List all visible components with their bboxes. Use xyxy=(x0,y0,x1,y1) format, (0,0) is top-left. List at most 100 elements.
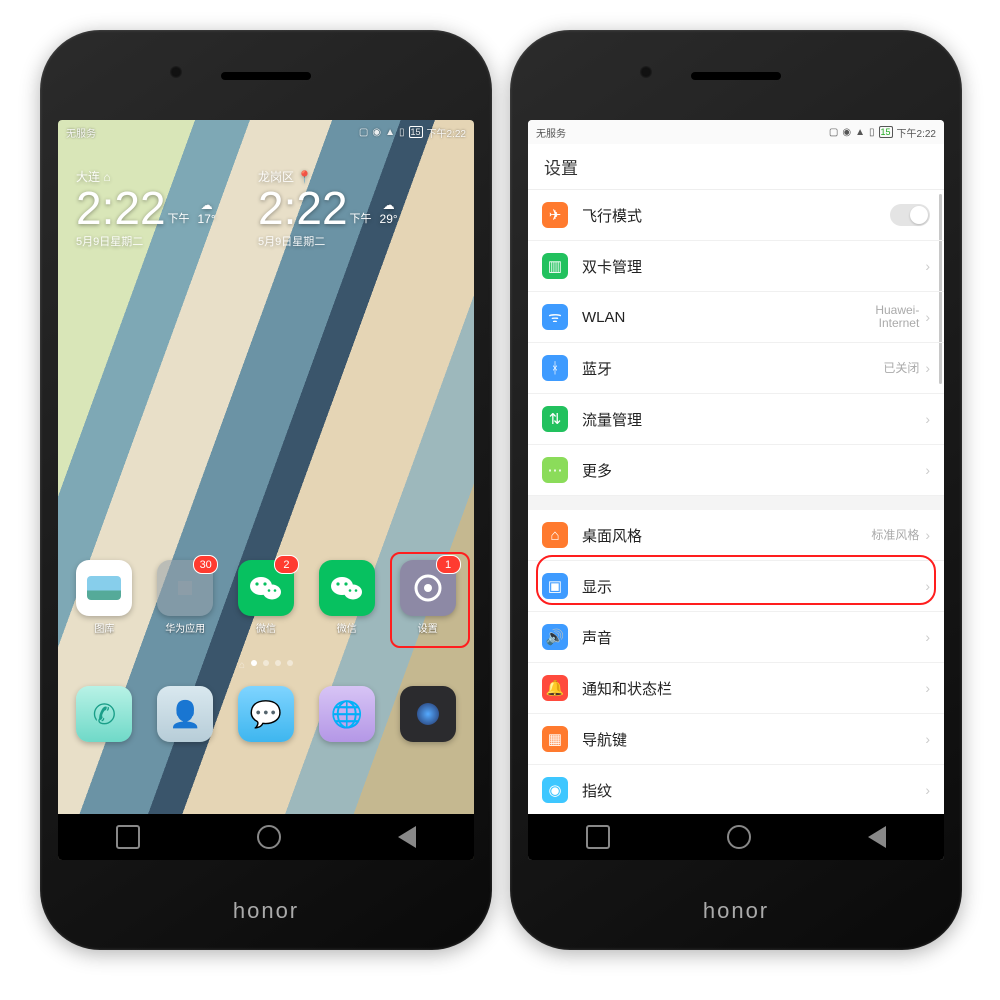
chevron-right-icon: › xyxy=(925,411,930,427)
settings-row-sim[interactable]: ▥ 双卡管理› xyxy=(528,241,944,292)
settings-row-bt[interactable]: ᚼ蓝牙已关闭› xyxy=(528,343,944,394)
weather-2: ☁29° xyxy=(380,199,398,225)
nav-back-icon[interactable] xyxy=(398,826,416,848)
page-dot[interactable] xyxy=(251,660,257,666)
display-icon: ▣ xyxy=(542,573,568,599)
app-gallery[interactable]: 图库 xyxy=(69,560,139,635)
settings-row-more[interactable]: ⋯ 更多› xyxy=(528,445,944,496)
badge: 2 xyxy=(274,555,299,574)
status-time: 下午2:22 xyxy=(427,125,466,140)
status-bar: 无服务 ▢ ◉ ▲ ▯ 15 下午2:22 xyxy=(58,120,474,144)
chevron-right-icon: › xyxy=(925,731,930,747)
settings-app: 无服务 ▢ ◉ ▲ ▯ 15 下午2:22 设置 ✈飞行模式▥双卡管理›ᯤWLA… xyxy=(528,120,944,860)
page-dot[interactable] xyxy=(263,660,269,666)
more-icon: ⋯ xyxy=(542,457,568,483)
settings-row-data[interactable]: ⇅流量管理› xyxy=(528,394,944,445)
status-bar: 无服务 ▢ ◉ ▲ ▯ 15 下午2:22 xyxy=(528,120,944,144)
settings-list[interactable]: ✈飞行模式▥双卡管理›ᯤWLANHuawei-Internet›ᚼ蓝牙已关闭›⇅… xyxy=(528,190,944,860)
nav-recent-icon[interactable] xyxy=(116,825,140,849)
screen-home: 无服务 ▢ ◉ ▲ ▯ 15 下午2:22 大连 ⌂ 2:22下午☁17° 5月… xyxy=(58,120,474,860)
home-icon: ⌂ xyxy=(542,522,568,548)
navkey-icon: ▦ xyxy=(542,726,568,752)
eye-icon: ◉ xyxy=(372,127,381,138)
row-label: 双卡管理 xyxy=(582,256,925,277)
app-label: 微信 xyxy=(256,620,276,635)
settings-row-sound[interactable]: 🔊声音› xyxy=(528,612,944,663)
app-wechat[interactable]: 2微信 xyxy=(231,560,301,635)
chevron-right-icon: › xyxy=(925,578,930,594)
row-label: 通知和状态栏 xyxy=(582,678,925,699)
settings-row-notif[interactable]: 🔔 通知和状态栏› xyxy=(528,663,944,714)
app-folder[interactable]: 30华为应用 xyxy=(150,560,220,635)
app-settings[interactable]: 1设置 xyxy=(393,560,463,635)
toggle[interactable] xyxy=(890,204,930,226)
app-contacts[interactable]: 👤 xyxy=(150,686,220,742)
status-icons: ▢ ◉ ▲ ▯ 15 下午2:22 xyxy=(359,125,466,140)
clock-widget-1[interactable]: 大连 ⌂ 2:22下午☁17° 5月9日星期二 xyxy=(76,168,216,249)
wifi-icon: ᯤ xyxy=(542,304,568,330)
row-label: 显示 xyxy=(582,576,925,597)
nav-bar xyxy=(528,814,944,860)
nav-home-icon[interactable] xyxy=(727,825,751,849)
settings-row-home[interactable]: ⌂桌面风格标准风格› xyxy=(528,510,944,561)
settings-row-display[interactable]: ▣ 显示› xyxy=(528,561,944,612)
status-icons: ▢ ◉ ▲ ▯ 15 下午2:22 xyxy=(829,125,936,140)
dock-row: ✆👤💬🌐 xyxy=(58,686,474,742)
vibrate-icon: ▢ xyxy=(829,127,838,138)
app-wechat[interactable]: 微信 xyxy=(312,560,382,635)
nav-back-icon[interactable] xyxy=(868,826,886,848)
row-label: 蓝牙 xyxy=(582,358,883,379)
clock-date-2: 5月9日星期二 xyxy=(258,233,398,249)
app-label: 华为应用 xyxy=(165,620,205,635)
row-label: 桌面风格 xyxy=(582,525,871,546)
row-label: 声音 xyxy=(582,627,925,648)
page-title: 设置 xyxy=(528,144,944,190)
settings-row-finger[interactable]: ◉指纹› xyxy=(528,765,944,816)
screen-settings: 无服务 ▢ ◉ ▲ ▯ 15 下午2:22 设置 ✈飞行模式▥双卡管理›ᯤWLA… xyxy=(528,120,944,860)
app-phone[interactable]: ✆ xyxy=(69,686,139,742)
page-dot[interactable] xyxy=(275,660,281,666)
notif-icon: 🔔 xyxy=(542,675,568,701)
battery-icon: 15 xyxy=(879,126,893,138)
nav-recent-icon[interactable] xyxy=(586,825,610,849)
vibrate-icon: ▢ xyxy=(359,127,368,138)
app-label: 微信 xyxy=(337,620,357,635)
settings-row-navkey[interactable]: ▦ 导航键› xyxy=(528,714,944,765)
clock-loc-2: 龙岗区 xyxy=(258,170,294,184)
brand-label: honor xyxy=(510,898,962,924)
row-label: 飞行模式 xyxy=(582,205,890,226)
app-browser[interactable]: 🌐 xyxy=(312,686,382,742)
app-label: 图库 xyxy=(94,620,114,635)
chevron-right-icon: › xyxy=(925,462,930,478)
chevron-right-icon: › xyxy=(925,309,930,325)
phone-frame-left: 无服务 ▢ ◉ ▲ ▯ 15 下午2:22 大连 ⌂ 2:22下午☁17° 5月… xyxy=(40,30,492,950)
chevron-right-icon: › xyxy=(925,680,930,696)
sim-icon: ▯ xyxy=(869,127,875,138)
battery-icon: 15 xyxy=(409,126,423,138)
wifi-icon: ▲ xyxy=(855,127,865,138)
nav-home-icon[interactable] xyxy=(257,825,281,849)
clock-loc-1: 大连 xyxy=(76,170,100,184)
sim-icon: ▥ xyxy=(542,253,568,279)
carrier-label: 无服务 xyxy=(536,125,566,140)
chevron-right-icon: › xyxy=(925,258,930,274)
app-messages[interactable]: 💬 xyxy=(231,686,301,742)
chevron-right-icon: › xyxy=(925,527,930,543)
phone-frame-right: 无服务 ▢ ◉ ▲ ▯ 15 下午2:22 设置 ✈飞行模式▥双卡管理›ᯤWLA… xyxy=(510,30,962,950)
clock-time-1: 2:22 xyxy=(76,185,166,231)
clock-date-1: 5月9日星期二 xyxy=(76,233,216,249)
wifi-icon: ▲ xyxy=(385,127,395,138)
settings-row-wifi[interactable]: ᯤWLANHuawei-Internet› xyxy=(528,292,944,343)
row-label: 指纹 xyxy=(582,780,925,801)
app-camera[interactable] xyxy=(393,686,463,742)
row-label: 更多 xyxy=(582,460,925,481)
row-label: 导航键 xyxy=(582,729,925,750)
page-dot[interactable] xyxy=(287,660,293,666)
clock-widget-2[interactable]: 龙岗区 📍 2:22下午☁29° 5月9日星期二 xyxy=(258,168,398,249)
airplane-icon: ✈ xyxy=(542,202,568,228)
finger-icon: ◉ xyxy=(542,777,568,803)
chevron-right-icon: › xyxy=(925,629,930,645)
settings-row-airplane[interactable]: ✈ 飞行模式 xyxy=(528,190,944,241)
sim-icon: ▯ xyxy=(399,127,405,138)
status-time: 下午2:22 xyxy=(897,125,936,140)
